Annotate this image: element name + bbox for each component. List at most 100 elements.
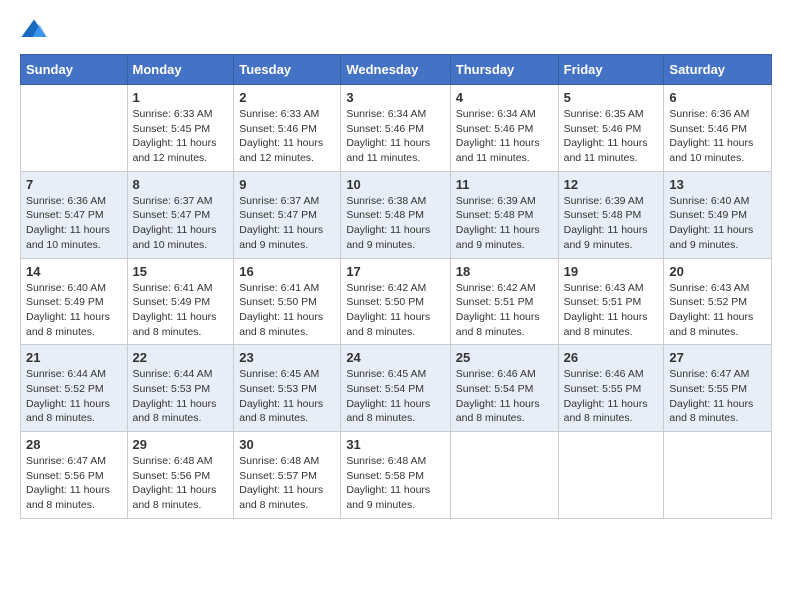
day-number: 16 (239, 264, 335, 279)
day-number: 15 (133, 264, 229, 279)
day-number: 13 (669, 177, 766, 192)
day-cell (450, 432, 558, 519)
week-row-4: 21 Sunrise: 6:44 AMSunset: 5:52 PMDayligh… (21, 345, 772, 432)
day-number: 2 (239, 90, 335, 105)
day-info: Sunrise: 6:48 AMSunset: 5:58 PMDaylight:… (346, 454, 444, 513)
day-cell: 7Sunrise: 6:36 AMSunset: 5:47 PMDaylight… (21, 171, 128, 258)
day-info: Sunrise: 6:44 AMSunset: 5:52 PMDaylight:… (26, 367, 122, 426)
calendar-body: 1 Sunrise: 6:33 AMSunset: 5:45 PMDaylight… (21, 85, 772, 519)
day-cell: 20 Sunrise: 6:43 AMSunset: 5:52 PMDayligh… (664, 258, 772, 345)
day-info: Sunrise: 6:40 AMSunset: 5:49 PMDaylight:… (26, 281, 122, 340)
header-cell-saturday: Saturday (664, 55, 772, 85)
day-number: 10 (346, 177, 444, 192)
day-cell: 4 Sunrise: 6:34 AMSunset: 5:46 PMDaylight… (450, 85, 558, 172)
day-number: 1 (133, 90, 229, 105)
logo (20, 16, 52, 44)
day-cell (21, 85, 128, 172)
day-cell: 9 Sunrise: 6:37 AMSunset: 5:47 PMDaylight… (234, 171, 341, 258)
day-number: 26 (564, 350, 659, 365)
day-cell: 28Sunrise: 6:47 AMSunset: 5:56 PMDayligh… (21, 432, 128, 519)
day-number: 22 (133, 350, 229, 365)
day-number: 3 (346, 90, 444, 105)
day-info: Sunrise: 6:33 AMSunset: 5:46 PMDaylight:… (239, 107, 335, 166)
day-cell: 29Sunrise: 6:48 AMSunset: 5:56 PMDayligh… (127, 432, 234, 519)
day-cell (558, 432, 664, 519)
day-info: Sunrise: 6:47 AMSunset: 5:55 PMDaylight:… (669, 367, 766, 426)
day-info: Sunrise: 6:43 AMSunset: 5:52 PMDaylight:… (669, 281, 766, 340)
day-number: 23 (239, 350, 335, 365)
calendar-header: SundayMondayTuesdayWednesdayThursdayFrid… (21, 55, 772, 85)
day-cell: 27 Sunrise: 6:47 AMSunset: 5:55 PMDayligh… (664, 345, 772, 432)
day-cell: 18 Sunrise: 6:42 AMSunset: 5:51 PMDayligh… (450, 258, 558, 345)
day-number: 21 (26, 350, 122, 365)
day-number: 20 (669, 264, 766, 279)
day-cell: 16 Sunrise: 6:41 AMSunset: 5:50 PMDayligh… (234, 258, 341, 345)
day-cell: 15 Sunrise: 6:41 AMSunset: 5:49 PMDayligh… (127, 258, 234, 345)
day-cell: 6 Sunrise: 6:36 AMSunset: 5:46 PMDaylight… (664, 85, 772, 172)
day-cell: 12 Sunrise: 6:39 AMSunset: 5:48 PMDayligh… (558, 171, 664, 258)
week-row-2: 7Sunrise: 6:36 AMSunset: 5:47 PMDaylight… (21, 171, 772, 258)
day-number: 5 (564, 90, 659, 105)
week-row-1: 1 Sunrise: 6:33 AMSunset: 5:45 PMDaylight… (21, 85, 772, 172)
day-info: Sunrise: 6:41 AMSunset: 5:49 PMDaylight:… (133, 281, 229, 340)
day-number: 11 (456, 177, 553, 192)
day-info: Sunrise: 6:36 AMSunset: 5:46 PMDaylight:… (669, 107, 766, 166)
day-info: Sunrise: 6:37 AMSunset: 5:47 PMDaylight:… (133, 194, 229, 253)
day-number: 30 (239, 437, 335, 452)
day-number: 18 (456, 264, 553, 279)
day-info: Sunrise: 6:44 AMSunset: 5:53 PMDaylight:… (133, 367, 229, 426)
day-info: Sunrise: 6:40 AMSunset: 5:49 PMDaylight:… (669, 194, 766, 253)
day-number: 25 (456, 350, 553, 365)
day-number: 27 (669, 350, 766, 365)
day-info: Sunrise: 6:37 AMSunset: 5:47 PMDaylight:… (239, 194, 335, 253)
day-cell: 17Sunrise: 6:42 AMSunset: 5:50 PMDayligh… (341, 258, 450, 345)
day-info: Sunrise: 6:43 AMSunset: 5:51 PMDaylight:… (564, 281, 659, 340)
day-number: 9 (239, 177, 335, 192)
day-cell: 10 Sunrise: 6:38 AMSunset: 5:48 PMDayligh… (341, 171, 450, 258)
day-info: Sunrise: 6:47 AMSunset: 5:56 PMDaylight:… (26, 454, 122, 513)
day-number: 19 (564, 264, 659, 279)
day-cell: 5Sunrise: 6:35 AMSunset: 5:46 PMDaylight… (558, 85, 664, 172)
day-number: 14 (26, 264, 122, 279)
day-cell: 2 Sunrise: 6:33 AMSunset: 5:46 PMDaylight… (234, 85, 341, 172)
day-number: 29 (133, 437, 229, 452)
day-info: Sunrise: 6:42 AMSunset: 5:51 PMDaylight:… (456, 281, 553, 340)
day-info: Sunrise: 6:46 AMSunset: 5:55 PMDaylight:… (564, 367, 659, 426)
day-cell: 11 Sunrise: 6:39 AMSunset: 5:48 PMDayligh… (450, 171, 558, 258)
calendar-table: SundayMondayTuesdayWednesdayThursdayFrid… (20, 54, 772, 519)
day-cell: 3Sunrise: 6:34 AMSunset: 5:46 PMDaylight… (341, 85, 450, 172)
day-info: Sunrise: 6:41 AMSunset: 5:50 PMDaylight:… (239, 281, 335, 340)
logo-icon (20, 16, 48, 44)
day-cell: 13 Sunrise: 6:40 AMSunset: 5:49 PMDayligh… (664, 171, 772, 258)
day-number: 4 (456, 90, 553, 105)
day-info: Sunrise: 6:39 AMSunset: 5:48 PMDaylight:… (456, 194, 553, 253)
day-cell: 1 Sunrise: 6:33 AMSunset: 5:45 PMDaylight… (127, 85, 234, 172)
day-number: 31 (346, 437, 444, 452)
day-number: 6 (669, 90, 766, 105)
day-cell: 26 Sunrise: 6:46 AMSunset: 5:55 PMDayligh… (558, 345, 664, 432)
day-number: 24 (346, 350, 444, 365)
day-info: Sunrise: 6:33 AMSunset: 5:45 PMDaylight:… (133, 107, 229, 166)
header-cell-tuesday: Tuesday (234, 55, 341, 85)
day-number: 12 (564, 177, 659, 192)
page-header (20, 16, 772, 44)
day-info: Sunrise: 6:39 AMSunset: 5:48 PMDaylight:… (564, 194, 659, 253)
day-cell: 22 Sunrise: 6:44 AMSunset: 5:53 PMDayligh… (127, 345, 234, 432)
day-cell: 25 Sunrise: 6:46 AMSunset: 5:54 PMDayligh… (450, 345, 558, 432)
day-cell: 19 Sunrise: 6:43 AMSunset: 5:51 PMDayligh… (558, 258, 664, 345)
day-number: 8 (133, 177, 229, 192)
week-row-5: 28Sunrise: 6:47 AMSunset: 5:56 PMDayligh… (21, 432, 772, 519)
day-info: Sunrise: 6:38 AMSunset: 5:48 PMDaylight:… (346, 194, 444, 253)
day-cell: 24Sunrise: 6:45 AMSunset: 5:54 PMDayligh… (341, 345, 450, 432)
day-info: Sunrise: 6:34 AMSunset: 5:46 PMDaylight:… (456, 107, 553, 166)
day-info: Sunrise: 6:46 AMSunset: 5:54 PMDaylight:… (456, 367, 553, 426)
header-cell-friday: Friday (558, 55, 664, 85)
day-info: Sunrise: 6:45 AMSunset: 5:53 PMDaylight:… (239, 367, 335, 426)
day-cell: 21 Sunrise: 6:44 AMSunset: 5:52 PMDayligh… (21, 345, 128, 432)
header-cell-thursday: Thursday (450, 55, 558, 85)
header-row: SundayMondayTuesdayWednesdayThursdayFrid… (21, 55, 772, 85)
header-cell-wednesday: Wednesday (341, 55, 450, 85)
week-row-3: 14 Sunrise: 6:40 AMSunset: 5:49 PMDayligh… (21, 258, 772, 345)
day-cell: 30 Sunrise: 6:48 AMSunset: 5:57 PMDayligh… (234, 432, 341, 519)
day-info: Sunrise: 6:48 AMSunset: 5:57 PMDaylight:… (239, 454, 335, 513)
